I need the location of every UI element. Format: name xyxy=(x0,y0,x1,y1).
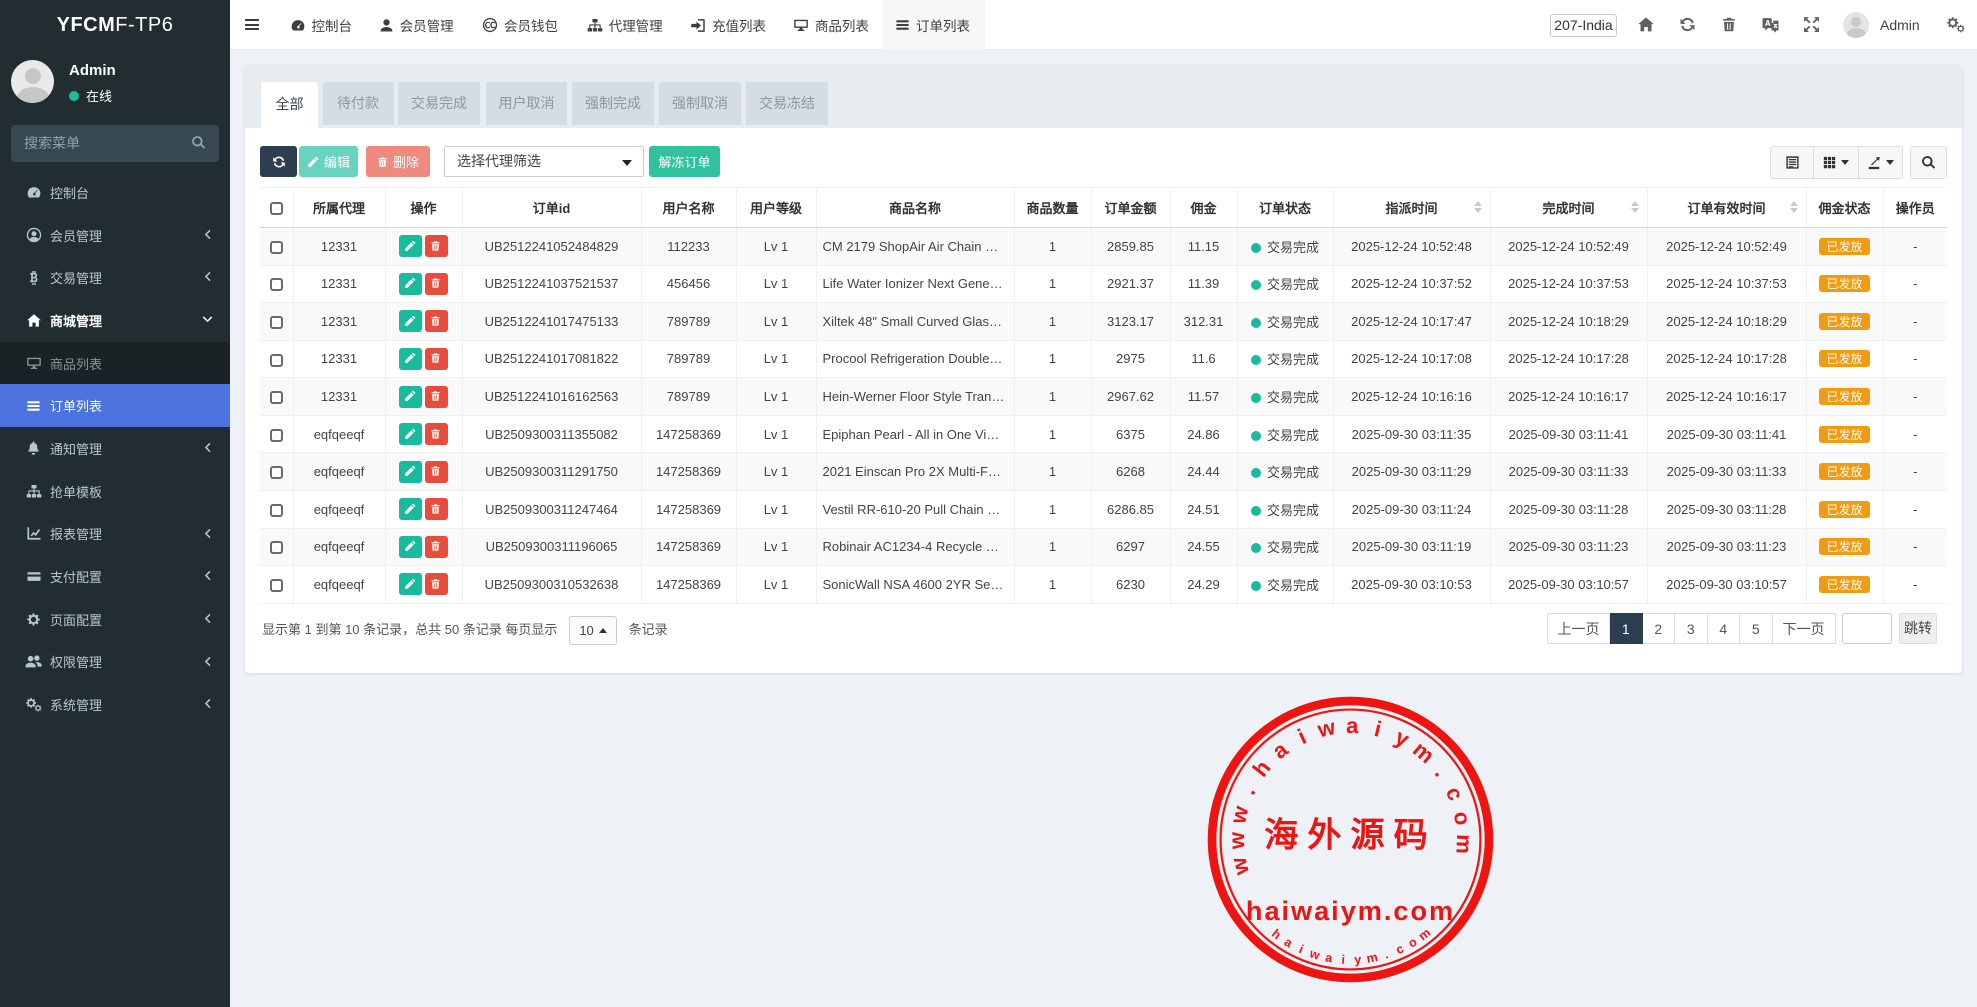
svg-text:m: m xyxy=(1365,950,1379,966)
svg-text:y: y xyxy=(1354,953,1362,967)
svg-text:w: w xyxy=(1224,831,1249,850)
svg-text:c: c xyxy=(1441,783,1469,804)
svg-text:h: h xyxy=(1269,927,1284,943)
svg-text:a: a xyxy=(1324,950,1334,965)
svg-text:w: w xyxy=(1225,803,1254,827)
svg-text:haiwaiym.com: haiwaiym.com xyxy=(1246,895,1455,926)
svg-text:a: a xyxy=(1267,736,1293,764)
svg-text:o: o xyxy=(1449,809,1476,827)
svg-text:海外源码: 海外源码 xyxy=(1264,817,1437,855)
svg-text:i: i xyxy=(1297,942,1306,956)
svg-text:i: i xyxy=(1294,724,1310,749)
svg-text:i: i xyxy=(1372,716,1384,742)
svg-text:.: . xyxy=(1430,761,1454,781)
svg-text:.: . xyxy=(1382,947,1389,961)
svg-text:y: y xyxy=(1391,724,1414,752)
svg-text:c: c xyxy=(1394,942,1406,958)
svg-text:o: o xyxy=(1406,934,1420,950)
svg-text:w: w xyxy=(1226,854,1255,878)
svg-text:w: w xyxy=(1314,714,1338,742)
svg-text:m: m xyxy=(1451,834,1477,855)
svg-text:i: i xyxy=(1341,953,1345,967)
svg-text:.: . xyxy=(1235,782,1260,798)
svg-text:a: a xyxy=(1282,935,1296,951)
svg-text:w: w xyxy=(1307,946,1322,963)
svg-text:a: a xyxy=(1346,713,1359,738)
svg-text:h: h xyxy=(1248,755,1276,781)
